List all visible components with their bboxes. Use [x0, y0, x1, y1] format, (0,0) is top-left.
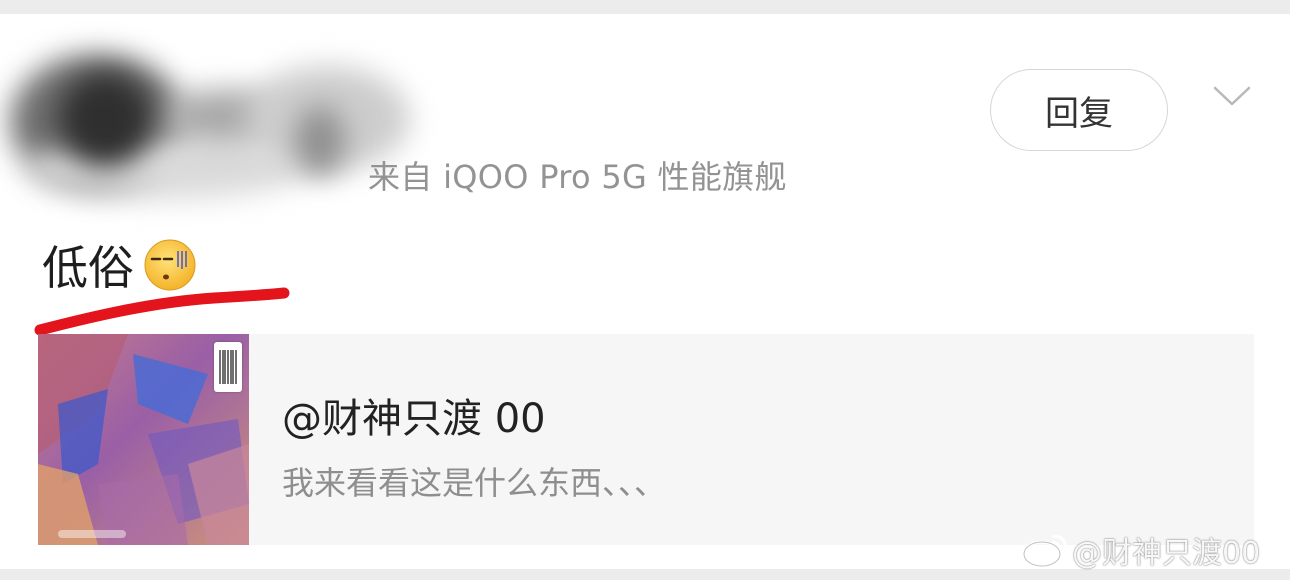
comment-card: 来自 iQOO Pro 5G 性能旗舰 回复 低俗 @财神只渡 00 我来看看这…	[0, 14, 1290, 569]
avatar	[58, 72, 153, 167]
watermark-text: @财神只渡00	[1072, 536, 1261, 571]
censor-blur	[295, 106, 345, 176]
thumbnail-progress-bar	[58, 530, 126, 538]
quoted-post-card[interactable]: @财神只渡 00 我来看看这是什么东西、、、	[38, 334, 1254, 545]
barcode-icon	[214, 342, 242, 392]
quoted-post-thumbnail[interactable]	[38, 334, 249, 545]
chevron-down-icon[interactable]	[1212, 82, 1252, 112]
watermark: @财神只渡00	[1020, 526, 1260, 574]
quoted-post-author[interactable]: @财神只渡 00	[282, 386, 546, 444]
red-annotation-stroke	[34, 287, 290, 336]
weibo-logo-icon	[1022, 534, 1067, 568]
screenshot-page: 来自 iQOO Pro 5G 性能旗舰 回复 低俗 @财神只渡 00 我来看看这…	[0, 0, 1290, 580]
quoted-post-snippet: 我来看看这是什么东西、、、	[282, 464, 667, 502]
reply-button[interactable]: 回复	[990, 69, 1168, 151]
post-source: 来自 iQOO Pro 5G 性能旗舰	[368, 158, 787, 196]
